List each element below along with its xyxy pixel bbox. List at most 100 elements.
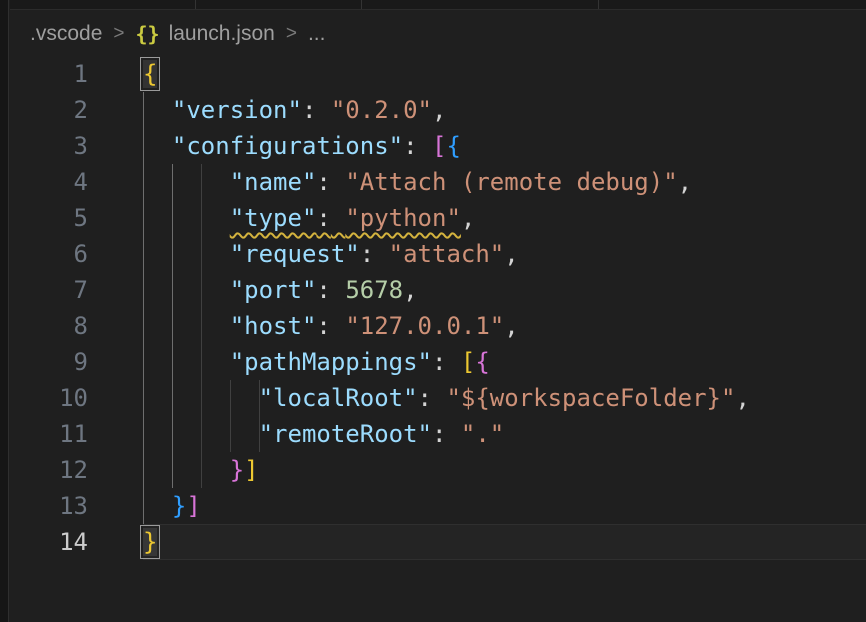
code-line-11[interactable]: 11 "remoteRoot": "." (10, 416, 866, 452)
line-number[interactable]: 5 (10, 200, 88, 236)
code-line-14[interactable]: 14} (10, 524, 866, 560)
code-token: : (432, 420, 446, 448)
line-number[interactable]: 2 (10, 92, 88, 128)
line-number[interactable]: 10 (10, 380, 88, 416)
code-content: "request": "attach", (143, 236, 866, 272)
code-content: }] (143, 452, 866, 488)
code-content: "name": "Attach (remote debug)", (143, 164, 866, 200)
tab-bar[interactable] (10, 0, 866, 10)
code-token: "host" (230, 312, 317, 340)
code-token: "0.2.0" (331, 96, 432, 124)
code-line-2[interactable]: 2 "version": "0.2.0", (10, 92, 866, 128)
code-token: : (403, 132, 417, 160)
code-token (331, 276, 345, 304)
code-token (316, 96, 330, 124)
code-token (143, 96, 172, 124)
line-number[interactable]: 3 (10, 128, 88, 164)
code-token: : (432, 348, 446, 376)
breadcrumb-folder[interactable]: .vscode (30, 22, 102, 46)
code-content: }] (143, 488, 866, 524)
breadcrumb: .vscode > {} launch.json > ... (10, 11, 866, 56)
line-number[interactable]: 14 (10, 524, 88, 560)
code-token (143, 492, 172, 520)
line-number[interactable]: 13 (10, 488, 88, 524)
code-token: ] (186, 492, 200, 520)
code-token: , (735, 384, 749, 412)
code-token: } (143, 528, 157, 556)
line-number[interactable]: 7 (10, 272, 88, 308)
code-token: "attach" (389, 240, 505, 268)
code-content: "type": "python", (143, 200, 866, 236)
line-number[interactable]: 8 (10, 308, 88, 344)
line-number[interactable]: 1 (10, 56, 88, 92)
code-token (143, 420, 259, 448)
chevron-right-icon: > (111, 23, 126, 45)
code-line-10[interactable]: 10 "localRoot": "${workspaceFolder}", (10, 380, 866, 416)
code-token: ] (244, 456, 258, 484)
code-line-8[interactable]: 8 "host": "127.0.0.1", (10, 308, 866, 344)
code-token: : (418, 384, 432, 412)
code-token: { (475, 348, 489, 376)
code-token (446, 348, 460, 376)
code-token: "localRoot" (259, 384, 418, 412)
code-token: "port" (230, 276, 317, 304)
code-token (331, 312, 345, 340)
code-content: "remoteRoot": "." (143, 416, 866, 452)
editor[interactable]: 1{2 "version": "0.2.0",3 "configurations… (10, 56, 866, 622)
code-token: "configurations" (172, 132, 403, 160)
code-token (143, 168, 230, 196)
line-number[interactable]: 6 (10, 236, 88, 272)
code-content: "host": "127.0.0.1", (143, 308, 866, 344)
code-token: : (360, 240, 374, 268)
code-token (374, 240, 388, 268)
code-line-13[interactable]: 13 }] (10, 488, 866, 524)
code-token (143, 348, 230, 376)
code-token: "${workspaceFolder}" (446, 384, 735, 412)
code-content: "port": 5678, (143, 272, 866, 308)
code-token: "Attach (remote debug)" (345, 168, 677, 196)
code-token: "python" (345, 204, 461, 232)
code-token: , (403, 276, 417, 304)
code-line-7[interactable]: 7 "port": 5678, (10, 272, 866, 308)
code-token: "." (461, 420, 504, 448)
code-token (143, 132, 172, 160)
code-token (143, 240, 230, 268)
breadcrumb-symbol-more[interactable]: ... (308, 22, 326, 46)
code-token: "request" (230, 240, 360, 268)
code-token: : (316, 276, 330, 304)
code-token: "type" (230, 204, 317, 232)
code-line-5[interactable]: 5 "type": "python", (10, 200, 866, 236)
line-number[interactable]: 9 (10, 344, 88, 380)
code-token: "version" (172, 96, 302, 124)
code-token: } (230, 456, 244, 484)
code-token: : (316, 312, 330, 340)
code-token (143, 204, 230, 232)
code-token (143, 312, 230, 340)
tab-separator (361, 0, 362, 9)
line-number[interactable]: 4 (10, 164, 88, 200)
code-token: [ (461, 348, 475, 376)
line-number[interactable]: 12 (10, 452, 88, 488)
code-line-9[interactable]: 9 "pathMappings": [{ (10, 344, 866, 380)
code-content: { (143, 56, 866, 92)
code-token (143, 276, 230, 304)
code-line-1[interactable]: 1{ (10, 56, 866, 92)
code-token: , (504, 240, 518, 268)
code-line-3[interactable]: 3 "configurations": [{ (10, 128, 866, 164)
code-lines: 1{2 "version": "0.2.0",3 "configurations… (10, 56, 866, 560)
code-content: } (143, 524, 866, 560)
code-token: , (504, 312, 518, 340)
tab-separator (195, 0, 196, 9)
code-token (331, 204, 345, 232)
code-token: "remoteRoot" (259, 420, 432, 448)
code-line-12[interactable]: 12 }] (10, 452, 866, 488)
code-token: , (432, 96, 446, 124)
code-token: , (461, 204, 475, 232)
line-number[interactable]: 11 (10, 416, 88, 452)
code-line-4[interactable]: 4 "name": "Attach (remote debug)", (10, 164, 866, 200)
json-file-icon: {} (135, 22, 159, 46)
code-token: [ (432, 132, 446, 160)
code-line-6[interactable]: 6 "request": "attach", (10, 236, 866, 272)
breadcrumb-file[interactable]: launch.json (169, 22, 275, 46)
code-token (432, 384, 446, 412)
